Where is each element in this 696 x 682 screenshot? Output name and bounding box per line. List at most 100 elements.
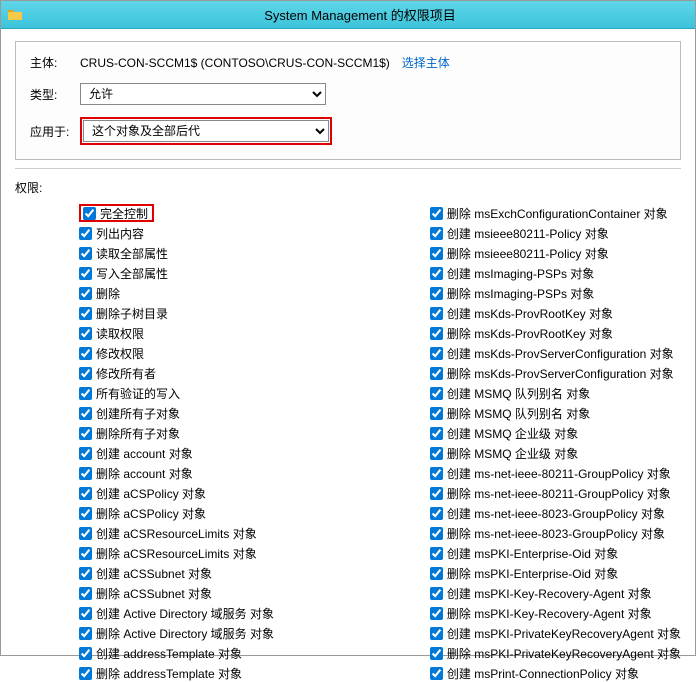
permission-checkbox[interactable] [430, 587, 443, 600]
permission-item[interactable]: 创建 msPrint-ConnectionPolicy 对象 [430, 664, 681, 682]
permission-checkbox[interactable] [79, 587, 92, 600]
select-principal-link[interactable]: 选择主体 [402, 54, 450, 71]
permission-item[interactable]: 创建 msKds-ProvServerConfiguration 对象 [430, 344, 681, 362]
permission-checkbox[interactable] [79, 427, 92, 440]
permission-checkbox[interactable] [79, 667, 92, 680]
permission-item[interactable]: 创建 aCSResourceLimits 对象 [79, 524, 410, 542]
permission-item[interactable]: 删除 msPKI-Key-Recovery-Agent 对象 [430, 604, 681, 622]
permission-checkbox[interactable] [79, 447, 92, 460]
permission-item[interactable]: 删除 msImaging-PSPs 对象 [430, 284, 681, 302]
permission-item[interactable]: 所有验证的写入 [79, 384, 410, 402]
permission-checkbox[interactable] [79, 607, 92, 620]
permission-checkbox[interactable] [79, 647, 92, 660]
permission-item[interactable]: 删除 msPKI-PrivateKeyRecoveryAgent 对象 [430, 644, 681, 662]
permission-item[interactable]: 修改权限 [79, 344, 410, 362]
permission-item[interactable]: 删除 ms-net-ieee-8023-GroupPolicy 对象 [430, 524, 681, 542]
permission-item[interactable]: 删除 ms-net-ieee-80211-GroupPolicy 对象 [430, 484, 681, 502]
permission-checkbox[interactable] [430, 367, 443, 380]
permission-item[interactable]: 创建 ms-net-ieee-80211-GroupPolicy 对象 [430, 464, 681, 482]
permission-checkbox[interactable] [430, 447, 443, 460]
permission-item[interactable]: 删除 msExchConfigurationContainer 对象 [430, 204, 681, 222]
permission-item[interactable]: 删除 Active Directory 域服务 对象 [79, 624, 410, 642]
permission-item[interactable]: 创建 msieee80211-Policy 对象 [430, 224, 681, 242]
permission-item[interactable]: 创建 MSMQ 队列别名 对象 [430, 384, 681, 402]
permission-item[interactable]: 创建 MSMQ 企业级 对象 [430, 424, 681, 442]
permission-checkbox[interactable] [430, 427, 443, 440]
permission-item[interactable]: 删除 aCSPolicy 对象 [79, 504, 410, 522]
permission-checkbox[interactable] [430, 307, 443, 320]
permission-item[interactable]: 删除 msieee80211-Policy 对象 [430, 244, 681, 262]
permission-item[interactable]: 创建 ms-net-ieee-8023-GroupPolicy 对象 [430, 504, 681, 522]
permission-item[interactable]: 创建 aCSSubnet 对象 [79, 564, 410, 582]
permission-checkbox[interactable] [79, 247, 92, 260]
permission-item[interactable]: 删除 msPKI-Enterprise-Oid 对象 [430, 564, 681, 582]
permission-checkbox[interactable] [430, 667, 443, 680]
permission-checkbox[interactable] [430, 267, 443, 280]
permission-item[interactable]: 创建 msPKI-Enterprise-Oid 对象 [430, 544, 681, 562]
permission-checkbox[interactable] [79, 387, 92, 400]
permission-item[interactable]: 删除 account 对象 [79, 464, 410, 482]
permission-checkbox[interactable] [79, 527, 92, 540]
permission-item[interactable]: 删除 aCSResourceLimits 对象 [79, 544, 410, 562]
permission-checkbox[interactable] [83, 207, 96, 220]
permission-checkbox[interactable] [430, 487, 443, 500]
permission-checkbox[interactable] [79, 467, 92, 480]
permission-checkbox[interactable] [79, 327, 92, 340]
permission-checkbox[interactable] [79, 627, 92, 640]
permission-checkbox[interactable] [430, 207, 443, 220]
permission-item[interactable]: 删除所有子对象 [79, 424, 410, 442]
permission-item[interactable]: 创建 msPKI-Key-Recovery-Agent 对象 [430, 584, 681, 602]
permission-checkbox[interactable] [79, 487, 92, 500]
permission-item[interactable]: 删除 msKds-ProvServerConfiguration 对象 [430, 364, 681, 382]
permission-checkbox[interactable] [79, 267, 92, 280]
permission-item[interactable]: 读取权限 [79, 324, 410, 342]
permission-item[interactable]: 创建 msPKI-PrivateKeyRecoveryAgent 对象 [430, 624, 681, 642]
permission-checkbox[interactable] [79, 307, 92, 320]
permission-item[interactable]: 删除 MSMQ 队列别名 对象 [430, 404, 681, 422]
permission-checkbox[interactable] [430, 527, 443, 540]
permission-item[interactable]: 创建 aCSPolicy 对象 [79, 484, 410, 502]
permission-checkbox[interactable] [430, 287, 443, 300]
permission-checkbox[interactable] [430, 347, 443, 360]
permission-item[interactable]: 创建 account 对象 [79, 444, 410, 462]
permission-checkbox[interactable] [79, 507, 92, 520]
permission-checkbox[interactable] [79, 567, 92, 580]
permission-item[interactable]: 列出内容 [79, 224, 410, 242]
permission-item[interactable]: 删除 [79, 284, 410, 302]
permission-item[interactable]: 创建 Active Directory 域服务 对象 [79, 604, 410, 622]
permission-checkbox[interactable] [430, 647, 443, 660]
permission-item[interactable]: 创建 addressTemplate 对象 [79, 644, 410, 662]
permission-checkbox[interactable] [79, 407, 92, 420]
permission-checkbox[interactable] [430, 247, 443, 260]
permission-checkbox[interactable] [430, 407, 443, 420]
permission-checkbox[interactable] [430, 327, 443, 340]
permission-item[interactable]: 删除 addressTemplate 对象 [79, 664, 410, 682]
permission-checkbox[interactable] [79, 287, 92, 300]
permission-checkbox[interactable] [430, 627, 443, 640]
permission-checkbox[interactable] [430, 547, 443, 560]
permission-checkbox[interactable] [430, 387, 443, 400]
permission-item[interactable]: 修改所有者 [79, 364, 410, 382]
permission-item[interactable]: 创建 msImaging-PSPs 对象 [430, 264, 681, 282]
permission-item[interactable]: 创建 msKds-ProvRootKey 对象 [430, 304, 681, 322]
permission-item[interactable]: 删除 msKds-ProvRootKey 对象 [430, 324, 681, 342]
permission-checkbox[interactable] [430, 467, 443, 480]
permission-item[interactable]: 写入全部属性 [79, 264, 410, 282]
permission-checkbox[interactable] [430, 507, 443, 520]
permission-item[interactable]: 读取全部属性 [79, 244, 410, 262]
permission-item[interactable]: 删除 MSMQ 企业级 对象 [430, 444, 681, 462]
permission-checkbox[interactable] [430, 607, 443, 620]
permission-checkbox[interactable] [79, 547, 92, 560]
permission-checkbox[interactable] [430, 227, 443, 240]
permission-item[interactable]: 完全控制 [79, 204, 154, 222]
permission-checkbox[interactable] [79, 347, 92, 360]
type-row: 类型: 允许 [30, 83, 666, 105]
permission-item[interactable]: 创建所有子对象 [79, 404, 410, 422]
permission-checkbox[interactable] [430, 567, 443, 580]
permission-item[interactable]: 删除子树目录 [79, 304, 410, 322]
permission-item[interactable]: 删除 aCSSubnet 对象 [79, 584, 410, 602]
type-select[interactable]: 允许 [80, 83, 326, 105]
permission-checkbox[interactable] [79, 227, 92, 240]
applies-select[interactable]: 这个对象及全部后代 [83, 120, 329, 142]
permission-checkbox[interactable] [79, 367, 92, 380]
